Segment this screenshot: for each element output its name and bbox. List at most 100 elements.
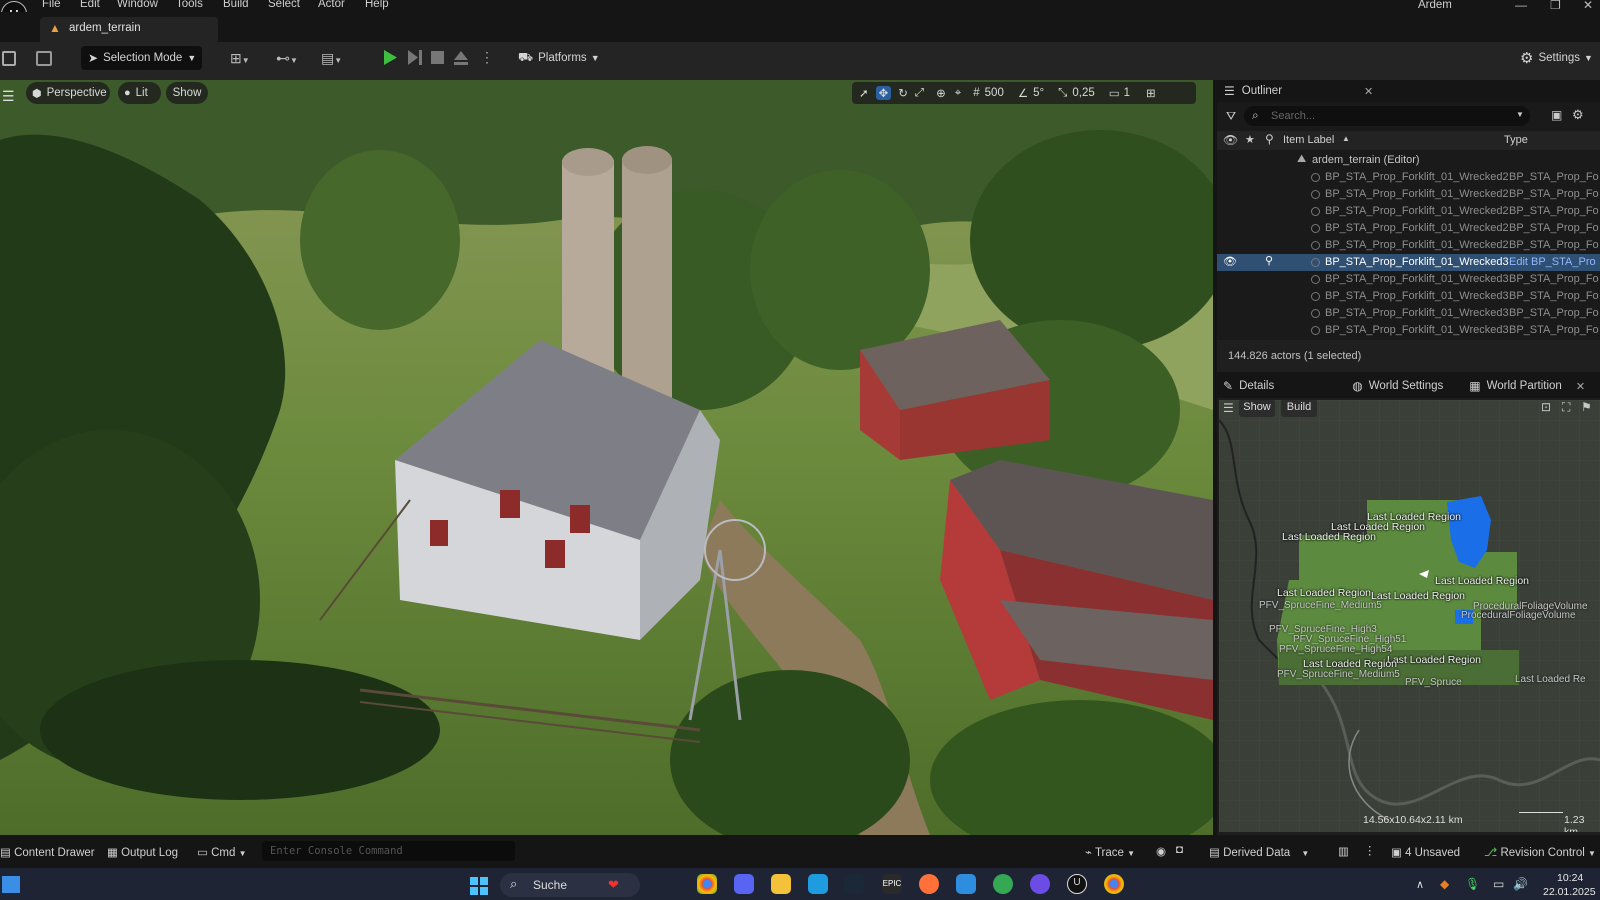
blueprint-icon[interactable]: ⊷▼ — [276, 50, 298, 67]
world-partition-map[interactable]: ☰ Show Build ⊡ ⛶ ⚑ Last Loaded Region La… — [1219, 400, 1600, 832]
close-icon[interactable]: ✕ — [1583, 0, 1593, 12]
play-button[interactable] — [382, 49, 398, 66]
pin-column-icon[interactable]: ⚲ — [1265, 132, 1274, 146]
content-drawer-button[interactable]: ▤ Content Drawer — [0, 845, 95, 859]
step-button[interactable] — [407, 49, 423, 66]
obs-icon[interactable] — [1030, 874, 1050, 894]
rotate-tool-icon[interactable]: ↻ — [898, 86, 908, 100]
level-viewport[interactable]: ☰ ⬢ Perspective ● Lit Show ➚ ✥ ↻ ⤢ ⊕ ⌖ #… — [0, 80, 1213, 835]
chrome-icon[interactable] — [697, 874, 717, 894]
minimize-icon[interactable]: — — [1515, 0, 1527, 12]
tray-chevron-icon[interactable]: ∧ — [1416, 878, 1424, 891]
filter-icon[interactable]: ⛛ — [1226, 109, 1236, 124]
minimap-show-button[interactable]: Show — [1239, 400, 1275, 417]
outliner-row[interactable]: BP_STA_Prop_Forklift_01_Wrecked2 BP_STA_P… — [1217, 237, 1600, 254]
network-icon[interactable]: ▭ — [1493, 877, 1504, 891]
minimap-build-button[interactable]: Build — [1281, 400, 1317, 417]
clock-time[interactable]: 10:24 — [1557, 872, 1583, 884]
scale-tool-icon[interactable]: ⤢ — [915, 87, 924, 100]
menu-tools[interactable]: Tools — [176, 0, 203, 10]
outliner-row[interactable]: BP_STA_Prop_Forklift_01_Wrecked3 BP_STA_P… — [1217, 271, 1600, 288]
start-icon[interactable] — [470, 877, 488, 895]
unsaved-button[interactable]: ▣ 4 Unsaved — [1391, 845, 1460, 859]
bookmark-icon[interactable]: ⚑ — [1581, 400, 1592, 414]
menu-file[interactable]: File — [42, 0, 61, 10]
outliner-settings-icon[interactable]: ⚙ — [1572, 107, 1584, 123]
favorite-column-icon[interactable]: ★ — [1245, 133, 1255, 146]
menu-select[interactable]: Select — [268, 0, 300, 10]
outliner-row-type[interactable]: Edit BP_STA_Pro — [1509, 256, 1600, 268]
lit-button[interactable]: ● Lit — [118, 82, 161, 104]
tab-ardem-terrain[interactable]: ▲ ardem_terrain — [40, 17, 218, 42]
clock-date[interactable]: 22.01.2025 — [1543, 886, 1596, 898]
cinematics-icon[interactable]: ▤▼ — [321, 50, 342, 67]
menu-window[interactable]: Window — [117, 0, 158, 10]
menu-edit[interactable]: Edit — [80, 0, 100, 10]
layout-icon[interactable]: ⊞ — [1146, 86, 1156, 100]
tab-details[interactable]: Details — [1239, 380, 1274, 392]
chrome-canary-icon[interactable] — [993, 874, 1013, 894]
outliner-root-row[interactable]: ⛰ ardem_terrain (Editor) — [1217, 152, 1600, 169]
more-icon[interactable]: ⋮ — [1364, 843, 1376, 857]
stats-icon[interactable]: ▥ — [1338, 844, 1349, 858]
viewport-menu-icon[interactable]: ☰ — [2, 88, 15, 105]
select-tool-icon[interactable]: ➚ — [859, 86, 869, 100]
pin-icon[interactable]: ⚲ — [1265, 254, 1273, 267]
visibility-eye-icon[interactable]: 👁 — [1223, 255, 1237, 268]
visibility-column-icon[interactable]: 👁 — [1223, 133, 1238, 147]
content-browser-icon[interactable] — [36, 51, 52, 66]
scale-snap-icon[interactable]: ⤡ — [1058, 87, 1067, 100]
camera-speed-icon[interactable]: ▭ — [1109, 86, 1120, 100]
outliner-row[interactable]: BP_STA_Prop_Forklift_01_Wrecked3 BP_STA_P… — [1217, 288, 1600, 305]
unreal-engine-icon[interactable]: U — [1067, 874, 1087, 894]
camera-icon[interactable]: ◘ — [1176, 844, 1183, 856]
steam-icon[interactable] — [844, 874, 864, 894]
show-button[interactable]: Show — [166, 82, 208, 104]
menu-build[interactable]: Build — [223, 0, 249, 10]
stop-button[interactable] — [431, 51, 444, 64]
selection-mode-dropdown[interactable]: ➤ Selection Mode ▼ — [81, 46, 202, 70]
settings-dropdown[interactable]: ⚙ Settings ▼ — [1520, 46, 1600, 70]
scale-snap-value[interactable]: 0,25 — [1072, 87, 1094, 99]
perspective-button[interactable]: ⬢ Perspective — [26, 82, 110, 104]
app-icon[interactable] — [808, 874, 828, 894]
type-column[interactable]: Type — [1504, 134, 1528, 146]
cmd-dropdown[interactable]: ▭ Cmd ▼ — [197, 845, 246, 859]
fit-view-icon[interactable]: ⛶ — [1562, 400, 1570, 415]
revision-control-dropdown[interactable]: ⎇ Revision Control ▼ — [1484, 845, 1596, 859]
minimap-menu-icon[interactable]: ☰ — [1223, 401, 1234, 415]
outliner-row[interactable]: BP_STA_Prop_Forklift_01_Wrecked2 BP_STA_P… — [1217, 203, 1600, 220]
rotation-snap-value[interactable]: 5° — [1033, 87, 1044, 99]
discord-icon[interactable] — [734, 874, 754, 894]
play-options-icon[interactable]: ⋮ — [480, 49, 494, 66]
world-space-icon[interactable]: ⊕ — [936, 86, 946, 100]
focus-selection-icon[interactable]: ⊡ — [1541, 400, 1551, 414]
outliner-search-input[interactable]: ⌕ Search... ▼ — [1244, 106, 1530, 126]
outliner-row[interactable]: BP_STA_Prop_Forklift_01_Wrecked2 BP_STA_P… — [1217, 169, 1600, 186]
menu-help[interactable]: Help — [365, 0, 389, 10]
console-input[interactable]: Enter Console Command — [262, 841, 515, 861]
tab-world-settings[interactable]: World Settings — [1369, 380, 1444, 392]
surface-snap-icon[interactable]: ⌖ — [955, 87, 961, 100]
derived-data-dropdown[interactable]: ▤ Derived Data ▼ — [1209, 845, 1309, 859]
add-actor-icon[interactable]: ⊞▼ — [230, 50, 250, 67]
widgets-icon[interactable] — [2, 876, 20, 893]
new-folder-icon[interactable]: ▣ — [1551, 108, 1562, 122]
outliner-row[interactable]: BP_STA_Prop_Forklift_01_Wrecked2 BP_STA_P… — [1217, 220, 1600, 237]
grid-snap-icon[interactable]: # — [973, 87, 979, 99]
rotation-snap-icon[interactable]: ∠ — [1018, 86, 1028, 100]
world-partition-close-icon[interactable]: ✕ — [1576, 380, 1585, 393]
save-icon[interactable] — [2, 51, 16, 66]
chrome-profile-icon[interactable] — [1104, 874, 1124, 894]
microphone-icon[interactable]: 🎙 — [1465, 877, 1480, 891]
record-icon[interactable]: ◉ — [1156, 844, 1166, 858]
outliner-row[interactable]: 👁 ⚲ BP_STA_Prop_Forklift_01_Wrecked3 Edit B… — [1217, 254, 1600, 271]
tray-app-icon[interactable]: ◆ — [1440, 877, 1449, 891]
outliner-row[interactable]: BP_STA_Prop_Forklift_01_Wrecked3 BP_STA_P… — [1217, 305, 1600, 322]
file-explorer-icon[interactable] — [771, 874, 791, 894]
volume-icon[interactable]: 🔊 — [1513, 877, 1528, 891]
firefox-icon[interactable] — [919, 874, 939, 894]
camera-speed-value[interactable]: 1 — [1124, 87, 1130, 99]
maximize-icon[interactable]: ❐ — [1550, 0, 1561, 12]
outliner-row[interactable]: BP_STA_Prop_Forklift_01_Wrecked3 BP_STA_P… — [1217, 322, 1600, 339]
